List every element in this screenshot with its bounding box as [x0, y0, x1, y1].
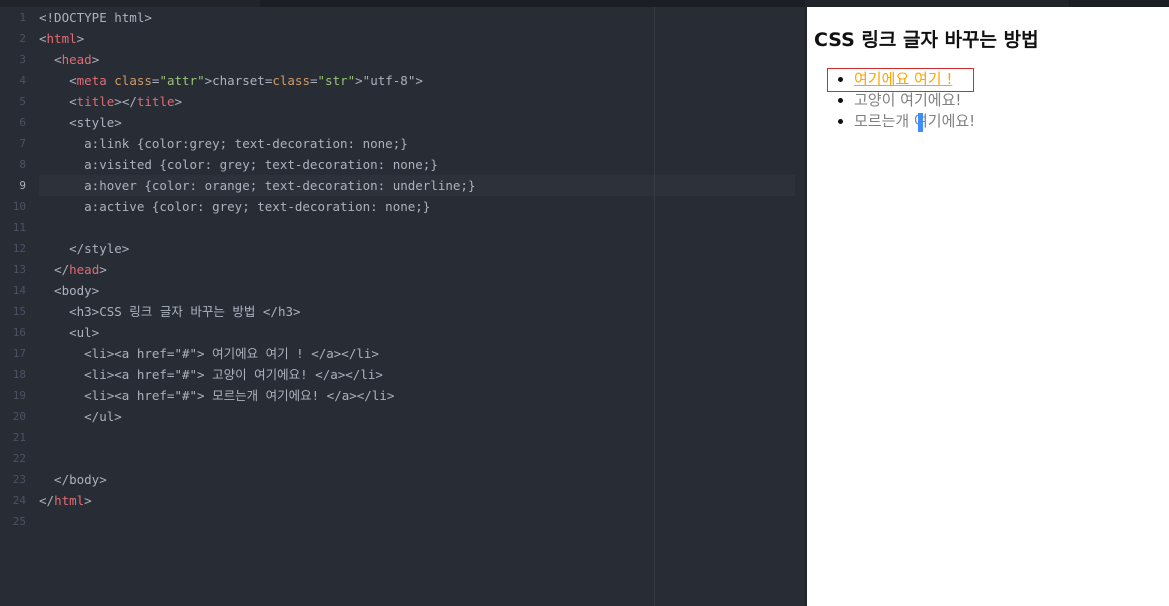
- code-text-area[interactable]: <!DOCTYPE html> <html> <head> <meta class…: [39, 7, 799, 532]
- code-line[interactable]: <meta class="attr">charset=class="str">"…: [39, 70, 799, 91]
- code-line[interactable]: </body>: [39, 469, 799, 490]
- line-number: 21: [12, 431, 26, 444]
- code-line[interactable]: <ul>: [39, 322, 799, 343]
- line-number: 1: [19, 11, 26, 24]
- line-number: 15: [12, 305, 26, 318]
- line-number: 24: [12, 494, 26, 507]
- line-number: 9: [19, 179, 26, 192]
- code-line[interactable]: [39, 427, 799, 448]
- page-title: CSS 링크 글자 바꾸는 방법: [814, 29, 1039, 51]
- line-number: 2: [19, 32, 26, 45]
- preview-tab-bar: [807, 0, 1069, 7]
- line-number: 10: [12, 200, 26, 213]
- link-list: 여기에요 여기 ! 고양이 여기에요! 모르는개 여기에요!: [854, 69, 975, 132]
- code-line[interactable]: a:visited {color: grey; text-decoration:…: [39, 154, 799, 175]
- code-line[interactable]: [39, 217, 799, 238]
- line-number: 17: [12, 347, 26, 360]
- line-number: 5: [19, 95, 26, 108]
- line-number: 13: [12, 263, 26, 276]
- line-number: 25: [12, 515, 26, 528]
- code-line[interactable]: <style>: [39, 112, 799, 133]
- line-number: 3: [19, 53, 26, 66]
- link-dog[interactable]: 모르는개 여기에요!: [854, 112, 975, 130]
- code-line[interactable]: <head>: [39, 49, 799, 70]
- editor-tab-bar: [0, 0, 260, 7]
- line-number: 23: [12, 473, 26, 486]
- list-item: 모르는개 여기에요!: [854, 111, 975, 132]
- line-number: 8: [19, 158, 26, 171]
- line-number: 20: [12, 410, 26, 423]
- preview-tab-bar-end: [1069, 0, 1169, 7]
- code-line[interactable]: <!DOCTYPE html>: [39, 7, 799, 28]
- code-line[interactable]: <li><a href="#"> 고양이 여기에요! </a></li>: [39, 364, 799, 385]
- code-line[interactable]: </html>: [39, 490, 799, 511]
- code-editor[interactable]: 1 2 3 4 5 6 7 8 9 10 11 12 13 14 15 16 17 18 19 20 21 22 23 24 2…: [0, 0, 805, 606]
- code-line[interactable]: [39, 448, 799, 469]
- code-line[interactable]: </head>: [39, 259, 799, 280]
- link-here[interactable]: 여기에요 여기 !: [854, 70, 952, 88]
- code-line[interactable]: <html>: [39, 28, 799, 49]
- line-number: 22: [12, 452, 26, 465]
- code-line[interactable]: </ul>: [39, 406, 799, 427]
- code-line[interactable]: <li><a href="#"> 여기에요 여기 ! </a></li>: [39, 343, 799, 364]
- line-number: 18: [12, 368, 26, 381]
- line-number: 12: [12, 242, 26, 255]
- code-line[interactable]: a:hover {color: orange; text-decoration:…: [39, 175, 799, 196]
- code-line[interactable]: a:active {color: grey; text-decoration: …: [39, 196, 799, 217]
- line-number: 11: [12, 221, 26, 234]
- editor-tab-bar-empty: [260, 0, 805, 7]
- line-number: 16: [12, 326, 26, 339]
- link-cat[interactable]: 고양이 여기에요!: [854, 91, 961, 109]
- list-item: 고양이 여기에요!: [854, 90, 975, 111]
- code-line[interactable]: [39, 511, 799, 532]
- line-number: 6: [19, 116, 26, 129]
- line-number: 7: [19, 137, 26, 150]
- code-line[interactable]: a:link {color:grey; text-decoration: non…: [39, 133, 799, 154]
- code-line[interactable]: </style>: [39, 238, 799, 259]
- code-line[interactable]: <body>: [39, 280, 799, 301]
- browser-preview-pane: CSS 링크 글자 바꾸는 방법 여기에요 여기 ! 고양이 여기에요! 모르는…: [807, 0, 1169, 606]
- line-number: 4: [19, 74, 26, 87]
- code-line[interactable]: <h3>CSS 링크 글자 바꾸는 방법 </h3>: [39, 301, 799, 322]
- text-cursor: [918, 113, 923, 132]
- code-line[interactable]: <li><a href="#"> 모르는개 여기에요! </a></li>: [39, 385, 799, 406]
- list-item: 여기에요 여기 !: [854, 69, 975, 90]
- code-line[interactable]: <title></title>: [39, 91, 799, 112]
- line-number-gutter: 1 2 3 4 5 6 7 8 9 10 11 12 13 14 15 16 17 18 19 20 21 22 23 24 2…: [0, 7, 26, 532]
- line-number: 14: [12, 284, 26, 297]
- line-number: 19: [12, 389, 26, 402]
